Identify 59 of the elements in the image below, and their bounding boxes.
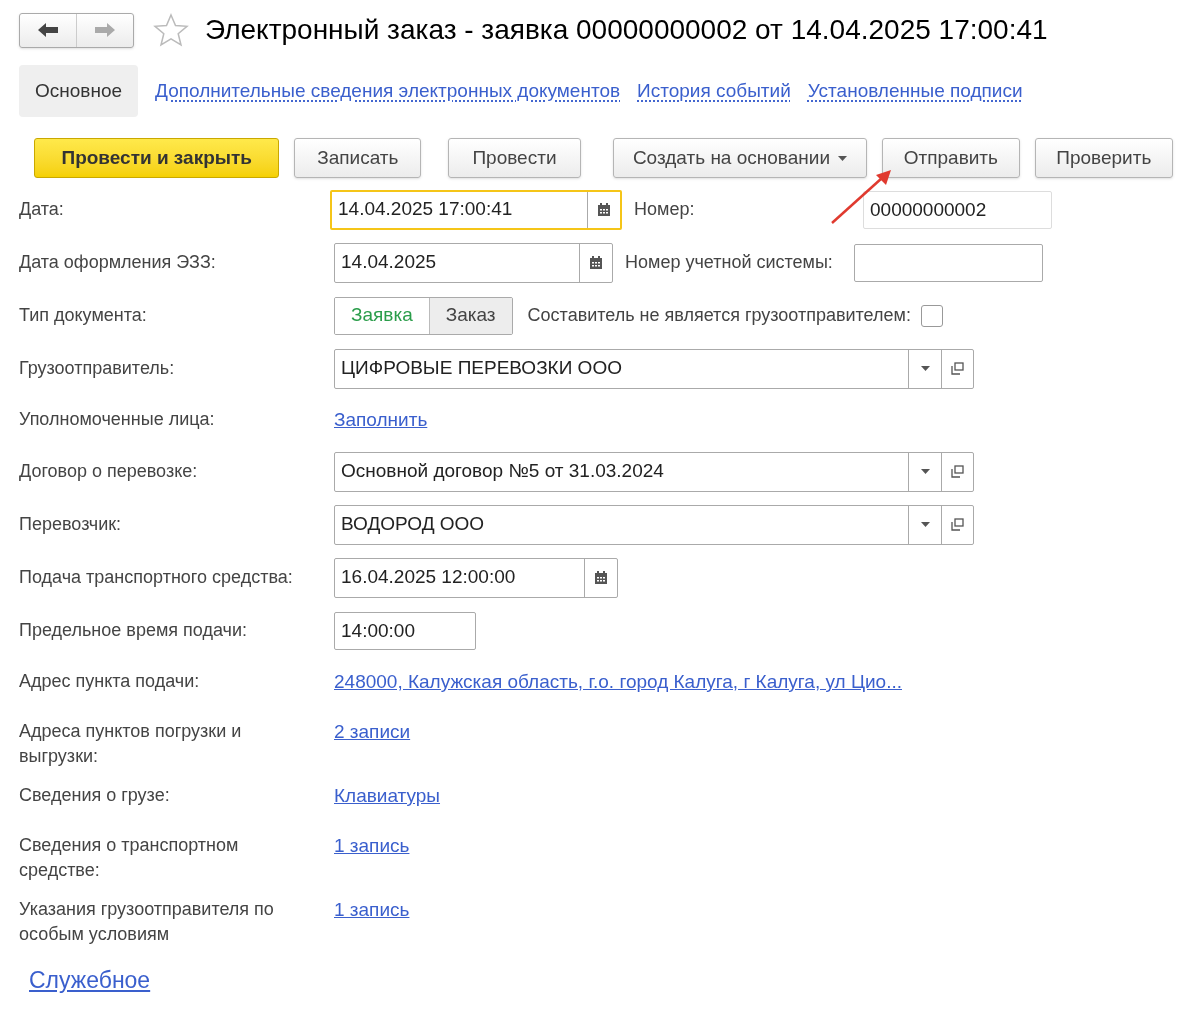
service-section-link[interactable]: Служебное bbox=[29, 963, 151, 998]
select-field[interactable]: ВОДОРОД ООО bbox=[334, 504, 974, 545]
field-label: Подача транспортного средства: bbox=[19, 566, 294, 589]
field-label: Дата оформления ЭЗЗ: bbox=[19, 251, 217, 274]
caret-icon bbox=[838, 155, 847, 161]
right-arrow-icon bbox=[94, 22, 116, 38]
date-field[interactable]: 16.04.2025 12:00:00 bbox=[334, 557, 618, 598]
left-arrow-icon bbox=[37, 22, 59, 38]
field-label: Адреса пунктов погрузки и выгрузки: bbox=[19, 720, 243, 768]
tab[interactable]: Дополнительные сведения электронных документов bbox=[155, 76, 621, 106]
text-field[interactable] bbox=[854, 243, 1043, 282]
select-field[interactable]: Основной договор №5 от 31.03.2024 bbox=[334, 451, 974, 492]
calendar-icon bbox=[589, 255, 603, 270]
calendar-icon bbox=[597, 202, 611, 217]
field-link[interactable]: 2 записи bbox=[334, 719, 411, 744]
star-icon[interactable] bbox=[153, 13, 189, 47]
date-field[interactable]: 14.04.2025 17:00:41 bbox=[330, 189, 622, 230]
caret-icon bbox=[920, 366, 930, 371]
time-field[interactable]: 14:00:00 bbox=[334, 611, 476, 650]
field-label: Грузоотправитель: bbox=[19, 357, 176, 380]
field-label: Уполномоченные лица: bbox=[19, 408, 216, 431]
calendar-icon bbox=[594, 570, 608, 585]
field-label: Перевозчик: bbox=[19, 513, 123, 536]
field-label: Сведения о транспортном средстве: bbox=[19, 834, 240, 882]
open-window-icon[interactable] bbox=[951, 362, 964, 375]
field-label: Указания грузоотправителя по особым условиям bbox=[19, 898, 275, 946]
field-label: Адрес пункта подачи: bbox=[19, 670, 201, 693]
field-label: Номер: bbox=[634, 198, 696, 221]
field-link[interactable]: 1 запись bbox=[334, 833, 410, 858]
field-link[interactable]: Заполнить bbox=[334, 407, 428, 432]
field-label: Тип документа: bbox=[19, 304, 148, 327]
field-label: Договор о перевозке: bbox=[19, 460, 199, 483]
toolbar-button[interactable]: Отправить bbox=[882, 138, 1020, 178]
toolbar-button[interactable]: Проверить bbox=[1034, 138, 1173, 178]
dropdown-button[interactable]: Создать на основании bbox=[612, 138, 868, 178]
field-link[interactable]: 248000, Калужская область, г.о. город Калуга, г Калуга, ул Цио... bbox=[334, 669, 902, 694]
window-title: Электронный заказ - заявка 00000000002 от 14.04.2025 17:00:41 bbox=[205, 13, 1048, 47]
open-window-icon[interactable] bbox=[951, 518, 964, 531]
field-link[interactable]: 1 запись bbox=[334, 897, 410, 922]
field-link[interactable]: Клавиатуры bbox=[334, 783, 440, 808]
date-field[interactable]: 14.04.2025 bbox=[334, 242, 613, 283]
tab[interactable]: История событий bbox=[637, 76, 791, 106]
caret-icon bbox=[920, 469, 930, 474]
field-label: Дата: bbox=[19, 198, 65, 221]
text-field[interactable]: 00000000002 bbox=[863, 190, 1052, 229]
tab[interactable]: Основное bbox=[19, 65, 139, 117]
select-field[interactable]: ЦИФРОВЫЕ ПЕРЕВОЗКИ ООО bbox=[334, 348, 974, 389]
toggle-option[interactable]: Заказ bbox=[428, 297, 512, 334]
open-window-icon[interactable] bbox=[951, 465, 964, 478]
tab[interactable]: Установленные подписи bbox=[807, 76, 1023, 106]
toolbar-button[interactable]: Провести bbox=[448, 138, 581, 178]
checkbox[interactable] bbox=[920, 304, 943, 327]
caret-icon bbox=[920, 522, 930, 527]
toolbar-button[interactable]: Записать bbox=[294, 138, 422, 178]
field-label: Номер учетной системы: bbox=[625, 251, 834, 274]
field-label: Сведения о грузе: bbox=[19, 784, 171, 807]
checkbox-label: Составитель не является грузоотправителем: bbox=[527, 304, 911, 327]
field-label: Предельное время подачи: bbox=[19, 619, 248, 642]
post-and-close-button[interactable]: Провести и закрыть bbox=[34, 138, 280, 178]
